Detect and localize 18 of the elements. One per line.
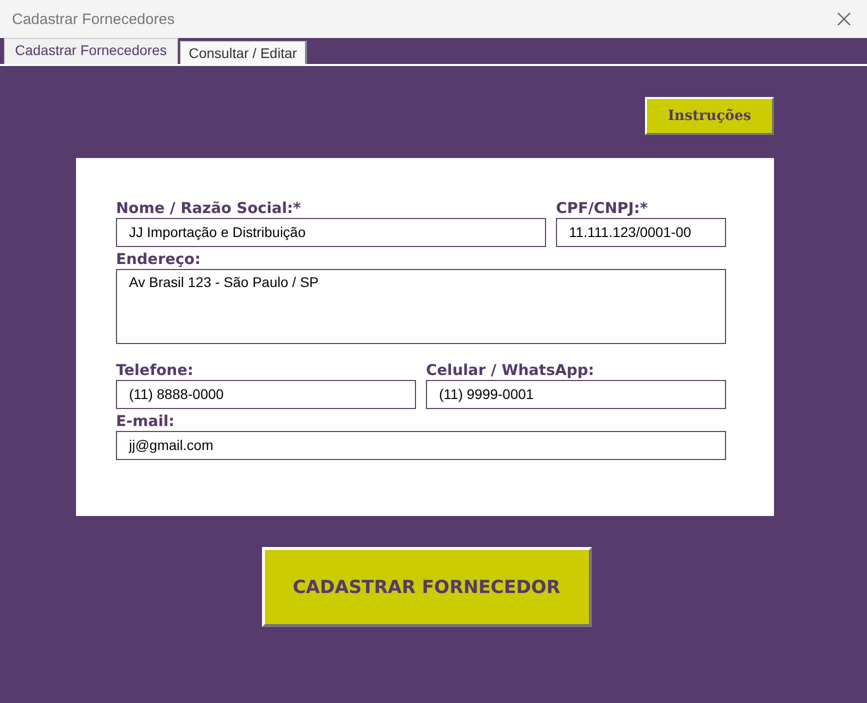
input-field[interactable]: (11) 9999-0001	[426, 380, 726, 409]
field-label: Celular / WhatsApp:	[426, 360, 596, 380]
field-label: Endereço:	[116, 249, 202, 269]
address-field[interactable]: Av Brasil 123 - São Paulo / SP	[116, 269, 726, 344]
field-label: Telefone:	[116, 360, 194, 380]
close-icon[interactable]	[837, 12, 851, 26]
instructions-button[interactable]: Instruções	[645, 97, 774, 135]
field-label: CPF/CNPJ:*	[556, 198, 649, 218]
window-title: Cadastrar Fornecedores	[12, 10, 175, 28]
tab[interactable]: Cadastrar Fornecedores	[4, 38, 178, 64]
register-button[interactable]: CADASTRAR FORNECEDOR	[262, 547, 592, 627]
input-field[interactable]: jj@gmail.com	[116, 431, 726, 460]
field-label: E-mail:	[116, 411, 176, 431]
field-label: Nome / Razão Social:*	[116, 198, 302, 218]
input-field[interactable]: JJ Importação e Distribuição	[116, 218, 546, 247]
input-field[interactable]: (11) 8888-0000	[116, 380, 416, 409]
tab[interactable]: Consultar / Editar	[180, 41, 307, 64]
input-field[interactable]: 11.111.123/0001-00	[556, 218, 726, 247]
